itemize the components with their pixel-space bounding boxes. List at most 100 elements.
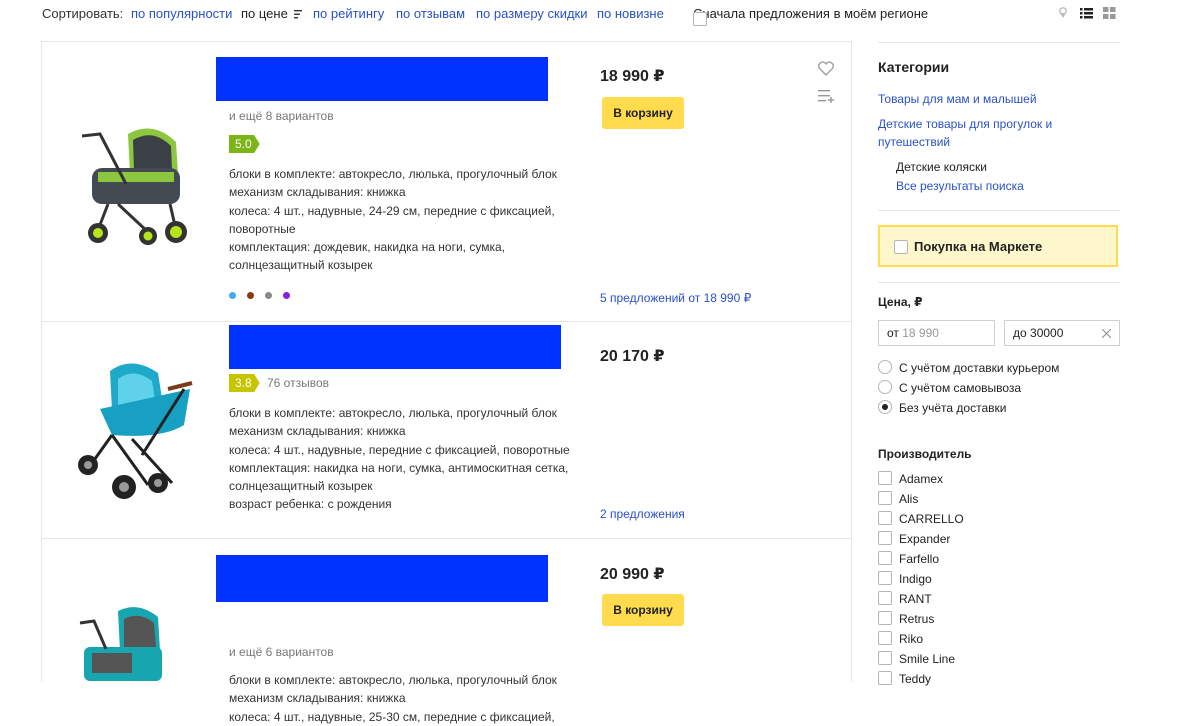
manufacturer-checkbox[interactable] [878, 591, 892, 605]
offers-link[interactable]: 2 предложения [600, 507, 685, 521]
radio-button[interactable] [878, 360, 892, 374]
list-view-icon[interactable] [1080, 7, 1093, 19]
price-to-label: до [1013, 326, 1027, 340]
color-swatch[interactable] [229, 292, 236, 299]
spec-line: комплектация: дождевик, накидка на ноги,… [229, 240, 505, 255]
price-to-value: 30000 [1030, 326, 1064, 340]
category-link[interactable]: Товары для мам и малышей [878, 90, 1108, 108]
stroller-image[interactable] [78, 603, 168, 693]
manufacturer-checkbox[interactable] [878, 631, 892, 645]
color-swatch[interactable] [247, 292, 254, 299]
manufacturer-checkbox[interactable] [878, 471, 892, 485]
market-purchase-label: Покупка на Маркете [914, 239, 1043, 254]
sort-popularity[interactable]: по популярности [131, 6, 232, 21]
manufacturer-label: Teddy [899, 672, 932, 686]
add-to-cart-button[interactable]: В корзину [602, 97, 684, 129]
product-title[interactable] [229, 325, 561, 369]
sort-newest[interactable]: по новизне [597, 6, 664, 21]
variants-link[interactable]: и ещё 8 вариантов [229, 109, 334, 123]
spec-line: солнцезащитный козырек [229, 258, 373, 273]
clear-icon[interactable] [1102, 329, 1111, 338]
divider [878, 42, 1120, 43]
spec-line: поворотные [229, 221, 296, 236]
spec-line: колеса: 4 шт., надувные, 24-29 см, перед… [229, 203, 555, 218]
stroller-image[interactable] [72, 355, 196, 500]
price-to-input[interactable]: до 30000 [1004, 320, 1120, 346]
color-swatch[interactable] [265, 292, 272, 299]
sort-rating[interactable]: по рейтингу [313, 6, 384, 21]
rating-badge: 5.0 [229, 135, 260, 153]
add-to-cart-button[interactable]: В корзину [602, 594, 684, 626]
manufacturer-label: Retrus [899, 612, 935, 626]
delivery-pickup-option[interactable]: С учётом самовывоза [878, 380, 1021, 395]
manufacturer-item[interactable]: Teddy [878, 671, 931, 686]
product-price: 20 170 ₽ [600, 348, 665, 365]
sort-label: Сортировать: [42, 6, 124, 21]
all-results-link[interactable]: Все результаты поиска [896, 177, 1126, 195]
region-checkbox[interactable] [693, 12, 707, 26]
manufacturer-label: Adamex [899, 472, 944, 486]
grid-view-icon[interactable] [1103, 7, 1116, 19]
sort-price[interactable]: по цене [241, 6, 304, 21]
manufacturer-checkbox[interactable] [878, 511, 892, 525]
spec-line: механизм складывания: книжка [229, 185, 406, 200]
product-card: 3.8 76 отзывов блоки в комплекте: автокр… [42, 322, 851, 539]
region-filter[interactable]: Сначала предложения в моём регионе [693, 6, 929, 26]
manufacturer-label: Smile Line [899, 652, 956, 666]
reviews-link[interactable]: 76 отзывов [267, 376, 329, 390]
manufacturer-item[interactable]: Expander [878, 531, 950, 546]
radio-button-selected[interactable] [878, 400, 892, 414]
manufacturer-item[interactable]: Adamex [878, 471, 943, 486]
price-from-input[interactable]: от 18 990 [878, 320, 995, 346]
color-swatch[interactable] [283, 292, 290, 299]
manufacturer-item[interactable]: Smile Line [878, 651, 955, 666]
offers-link[interactable]: 5 предложений от 18 990 ₽ [600, 291, 751, 305]
compare-icon[interactable] [818, 89, 834, 104]
manufacturer-checkbox[interactable] [878, 531, 892, 545]
market-purchase-checkbox[interactable] [894, 240, 908, 254]
category-link[interactable]: Детские товары для прогулок и путешестви… [878, 115, 1078, 151]
rating-badge: 3.8 [229, 374, 260, 392]
stroller-image[interactable] [78, 112, 188, 247]
region-checkbox-label: Сначала предложения в моём регионе [693, 6, 929, 21]
radio-button[interactable] [878, 380, 892, 394]
manufacturer-title: Производитель [878, 447, 972, 461]
delivery-option-label: С учётом самовывоза [899, 381, 1022, 395]
product-specs: блоки в комплекте: автокресло, люлька, п… [229, 671, 574, 726]
manufacturer-item[interactable]: Retrus [878, 611, 934, 626]
current-category: Детские коляски [896, 160, 987, 174]
manufacturer-item[interactable]: CARRELLO [878, 511, 964, 526]
product-list: и ещё 8 вариантов 5.0 блоки в комплекте:… [41, 41, 852, 724]
location-pin-icon[interactable] [1058, 7, 1068, 19]
delivery-courier-option[interactable]: С учётом доставки курьером [878, 360, 1059, 375]
sort-price-label: по цене [241, 6, 288, 21]
sort-reviews[interactable]: по отзывам [396, 6, 465, 21]
delivery-none-option[interactable]: Без учёта доставки [878, 400, 1006, 415]
product-specs: блоки в комплекте: автокресло, люлька, п… [229, 404, 574, 514]
product-card: и ещё 8 вариантов 5.0 блоки в комплекте:… [42, 42, 851, 322]
product-title[interactable] [216, 555, 548, 602]
manufacturer-item[interactable]: Indigo [878, 571, 932, 586]
manufacturer-checkbox[interactable] [878, 611, 892, 625]
manufacturer-label: CARRELLO [899, 512, 964, 526]
manufacturer-checkbox[interactable] [878, 571, 892, 585]
manufacturer-checkbox[interactable] [878, 491, 892, 505]
manufacturer-label: Farfello [899, 552, 940, 566]
manufacturer-item[interactable]: Farfello [878, 551, 939, 566]
manufacturer-checkbox[interactable] [878, 651, 892, 665]
product-title[interactable] [216, 57, 548, 101]
heart-icon[interactable] [818, 61, 834, 76]
manufacturer-checkbox[interactable] [878, 551, 892, 565]
price-from-label: от [887, 326, 899, 340]
delivery-option-label: Без учёта доставки [899, 401, 1007, 415]
spec-line: возраст ребенка: с рождения [229, 497, 392, 512]
manufacturer-checkbox[interactable] [878, 671, 892, 685]
market-purchase-filter[interactable]: Покупка на Маркете [878, 225, 1118, 267]
sort-bar: Сортировать: по популярности по цене по … [42, 0, 1122, 28]
manufacturer-item[interactable]: Alis [878, 491, 918, 506]
variants-link[interactable]: и ещё 6 вариантов [229, 645, 334, 659]
spec-line: комплектация: накидка на ноги, сумка, ан… [229, 460, 569, 475]
manufacturer-item[interactable]: RANT [878, 591, 932, 606]
sort-discount[interactable]: по размеру скидки [476, 6, 588, 21]
manufacturer-item[interactable]: Riko [878, 631, 923, 646]
